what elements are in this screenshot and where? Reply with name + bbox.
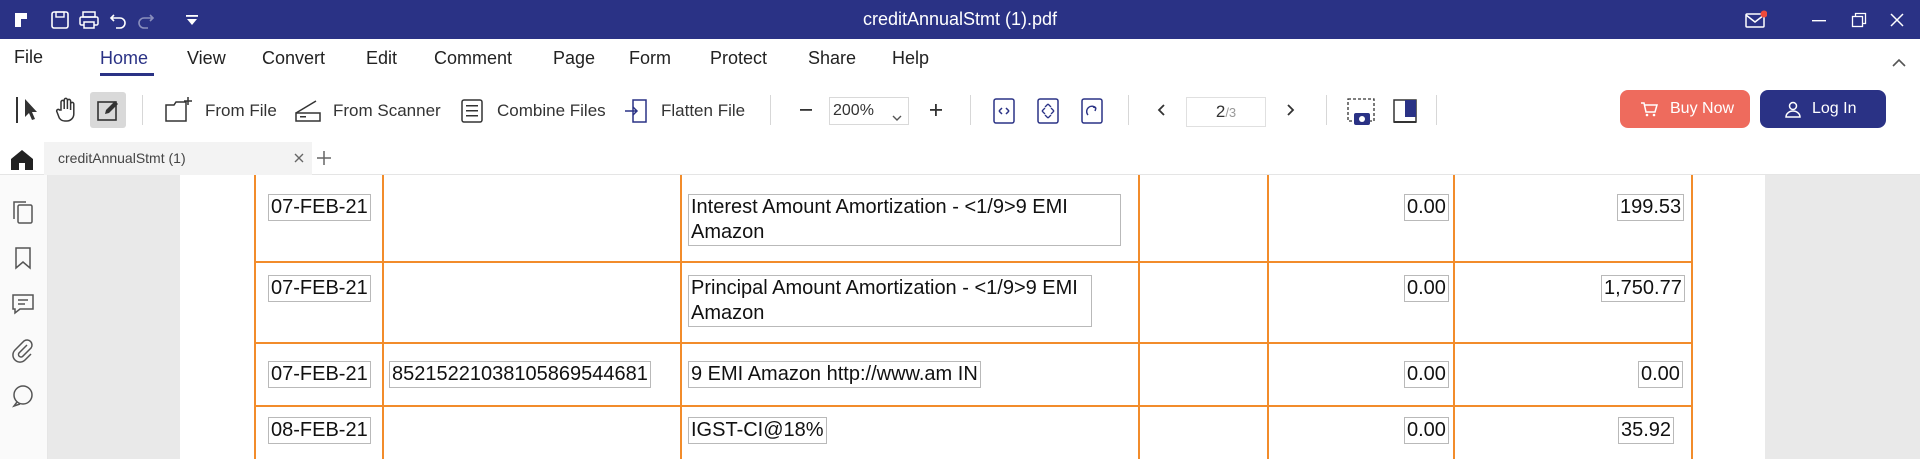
toolbar-separator <box>970 95 971 125</box>
rotate-page-icon[interactable] <box>1078 96 1106 126</box>
select-tool-icon[interactable] <box>14 94 44 126</box>
toolbar-separator <box>142 95 143 125</box>
search-panel-icon[interactable] <box>10 383 36 409</box>
comments-icon[interactable] <box>10 291 36 317</box>
table-grid-line <box>254 342 1693 344</box>
table-grid-line <box>680 175 682 459</box>
window-title: creditAnnualStmt (1).pdf <box>862 9 1058 29</box>
mail-icon[interactable] <box>1744 8 1768 32</box>
menu-share[interactable]: Share <box>808 48 856 69</box>
row-date[interactable]: 07-FEB-21 <box>268 275 371 302</box>
row-description[interactable]: 9 EMI Amazon http://www.am IN <box>688 361 981 388</box>
cart-icon <box>1640 100 1658 118</box>
row-amount-2[interactable]: 35.92 <box>1618 417 1675 444</box>
buy-now-label: Buy Now <box>1670 100 1735 117</box>
document-tab-label: creditAnnualStmt (1) <box>58 150 186 166</box>
combine-files-icon[interactable] <box>458 96 486 126</box>
fit-page-icon[interactable] <box>1034 96 1062 126</box>
row-amount-1[interactable]: 0.00 <box>1404 417 1449 444</box>
menu-bar: File Home View Convert Edit Comment Page… <box>0 39 1920 79</box>
collapse-ribbon-icon[interactable] <box>1890 56 1908 70</box>
row-amount-1[interactable]: 0.00 <box>1404 194 1449 221</box>
row-date[interactable]: 07-FEB-21 <box>268 361 371 388</box>
row-amount-2[interactable]: 0.00 <box>1638 361 1683 388</box>
zoom-value: 200% <box>833 102 874 119</box>
flatten-file-icon[interactable] <box>622 96 650 126</box>
attachments-icon[interactable] <box>10 337 36 363</box>
home-tab-icon[interactable] <box>8 148 38 172</box>
table-grid-line <box>1453 175 1455 459</box>
thumbnails-icon[interactable] <box>10 199 36 225</box>
table-grid-line <box>254 405 1693 407</box>
close-tab-icon[interactable] <box>292 151 306 165</box>
row-amount-1[interactable]: 0.00 <box>1404 361 1449 388</box>
close-icon[interactable] <box>1874 0 1920 39</box>
table-grid-line <box>254 175 256 459</box>
toolbar-separator <box>1128 95 1129 125</box>
menu-convert[interactable]: Convert <box>262 48 325 69</box>
toolbar-separator <box>1436 95 1437 125</box>
table-grid-line <box>1138 175 1140 459</box>
zoom-out-icon[interactable] <box>796 100 816 120</box>
toolbar-separator <box>770 95 771 125</box>
from-scanner-button[interactable]: From Scanner <box>333 101 441 121</box>
row-date[interactable]: 08-FEB-21 <box>268 417 371 444</box>
buy-now-button[interactable]: Buy Now <box>1620 90 1750 128</box>
menu-view[interactable]: View <box>187 48 226 69</box>
combine-files-button[interactable]: Combine Files <box>497 101 606 121</box>
table-grid-line <box>1691 175 1693 459</box>
title-bar: creditAnnualStmt (1).pdf <box>0 0 1920 39</box>
edit-tool-icon[interactable] <box>90 92 126 128</box>
row-description[interactable]: Interest Amount Amortization - <1/9>9 EM… <box>688 194 1121 246</box>
pdf-page: 07-FEB-21 Interest Amount Amortization -… <box>180 175 1765 459</box>
menu-comment[interactable]: Comment <box>434 48 512 69</box>
bookmarks-icon[interactable] <box>10 245 36 271</box>
user-icon <box>1784 100 1802 118</box>
table-grid-line <box>1267 175 1269 459</box>
from-file-icon[interactable] <box>164 96 194 126</box>
row-description[interactable]: Principal Amount Amortization - <1/9>9 E… <box>688 275 1092 327</box>
toolbar-separator <box>1326 95 1327 125</box>
menu-file[interactable]: File <box>14 47 43 68</box>
row-amount-1[interactable]: 0.00 <box>1404 275 1449 302</box>
menu-home[interactable]: Home <box>100 48 148 69</box>
from-file-button[interactable]: From File <box>205 101 277 121</box>
zoom-select[interactable]: 200% <box>829 97 909 125</box>
zoom-in-icon[interactable] <box>926 100 946 120</box>
log-in-label: Log In <box>1812 100 1857 117</box>
chevron-down-icon <box>892 106 902 121</box>
log-in-button[interactable]: Log In <box>1760 90 1886 128</box>
total-pages: /3 <box>1225 105 1237 120</box>
row-amount-2[interactable]: 199.53 <box>1617 194 1685 221</box>
page-number-field[interactable]: 2/3 <box>1186 97 1266 127</box>
table-grid-line <box>382 175 384 459</box>
table-grid-line <box>254 261 1693 263</box>
document-view[interactable]: 07-FEB-21 Interest Amount Amortization -… <box>48 175 1920 459</box>
hand-tool-icon[interactable] <box>52 94 82 126</box>
menu-protect[interactable]: Protect <box>710 48 767 69</box>
fit-width-icon[interactable] <box>990 96 1018 126</box>
screenshot-icon[interactable] <box>1346 96 1376 128</box>
reading-mode-icon[interactable] <box>1390 96 1420 128</box>
row-description[interactable]: IGST-CI@18% <box>688 417 827 444</box>
current-page: 2 <box>1215 102 1226 121</box>
flatten-file-button[interactable]: Flatten File <box>661 101 745 121</box>
row-reference[interactable]: 85215221038105869544681 <box>389 361 651 388</box>
new-tab-icon[interactable] <box>314 148 334 168</box>
next-page-icon[interactable] <box>1280 100 1300 120</box>
active-menu-indicator <box>100 73 154 76</box>
document-tab[interactable]: creditAnnualStmt (1) <box>44 142 312 175</box>
menu-edit[interactable]: Edit <box>366 48 397 69</box>
from-scanner-icon[interactable] <box>294 96 324 126</box>
row-date[interactable]: 07-FEB-21 <box>268 194 371 221</box>
menu-form[interactable]: Form <box>629 48 671 69</box>
menu-help[interactable]: Help <box>892 48 929 69</box>
row-amount-2[interactable]: 1,750.77 <box>1601 275 1685 302</box>
previous-page-icon[interactable] <box>1152 100 1172 120</box>
menu-page[interactable]: Page <box>553 48 595 69</box>
left-panel <box>0 175 48 459</box>
